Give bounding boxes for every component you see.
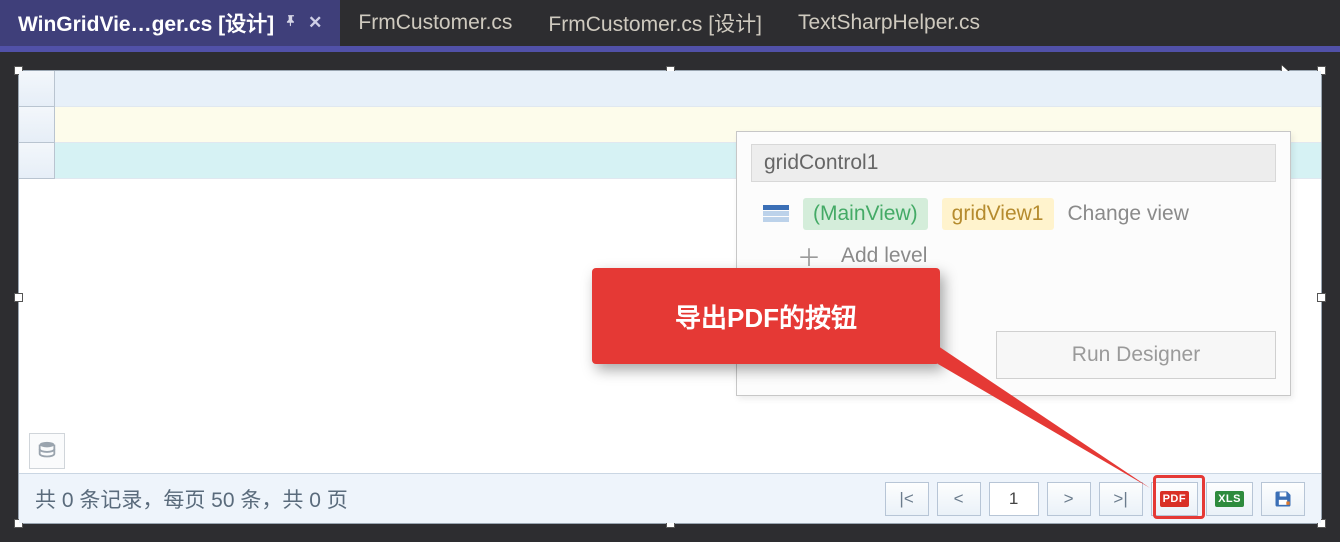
grid-row-header (19, 71, 54, 107)
view-name-tag[interactable]: gridView1 (942, 198, 1054, 230)
annotation-callout: 导出PDF的按钮 (592, 268, 940, 364)
grid-row-header (19, 143, 54, 179)
pdf-icon: PDF (1160, 491, 1190, 507)
tab-label: WinGridVie…ger.cs [设计] (18, 8, 274, 38)
pager-page-input[interactable] (989, 482, 1039, 516)
smart-panel-view-row: (MainView) gridView1 Change view (751, 192, 1276, 232)
tab-label: FrmCustomer.cs [设计] (548, 8, 762, 38)
save-icon (1273, 489, 1293, 509)
run-designer-button[interactable]: Run Designer (996, 331, 1276, 379)
smart-panel-title: gridControl1 (751, 144, 1276, 182)
designer-surface: gridControl1 (MainView) gridView1 Change… (0, 52, 1340, 542)
grid-row-header-column (19, 71, 55, 179)
export-pdf-button[interactable]: PDF (1151, 482, 1199, 516)
tab-label: TextSharpHelper.cs (798, 11, 980, 35)
add-level-link[interactable]: Add level (841, 244, 927, 268)
tab-frmcustomer-cs[interactable]: FrmCustomer.cs (340, 0, 530, 46)
grid-row (55, 71, 1321, 107)
change-view-link[interactable]: Change view (1068, 202, 1189, 226)
grid-icon (763, 205, 789, 223)
callout-text: 导出PDF的按钮 (675, 298, 857, 335)
main-view-tag[interactable]: (MainView) (803, 198, 928, 230)
tab-label: FrmCustomer.cs (358, 11, 512, 35)
document-tabstrip: WinGridVie…ger.cs [设计] ✕ FrmCustomer.cs … (0, 0, 1340, 46)
grid-row-header (19, 107, 54, 143)
pin-icon[interactable] (284, 13, 298, 33)
tab-frmcustomer-designer[interactable]: FrmCustomer.cs [设计] (530, 0, 780, 46)
xls-icon: XLS (1215, 491, 1244, 507)
pager-buttons: |< < > >| PDF XLS (885, 482, 1305, 516)
pager-bar: 共 0 条记录，每页 50 条，共 0 页 |< < > >| PDF XLS (19, 473, 1321, 523)
selection-handle[interactable] (14, 293, 23, 302)
tab-wingridviewer-designer[interactable]: WinGridVie…ger.cs [设计] ✕ (0, 0, 340, 46)
pager-prev-button[interactable]: < (937, 482, 981, 516)
save-button[interactable] (1261, 482, 1305, 516)
pager-first-button[interactable]: |< (885, 482, 929, 516)
pager-info-label: 共 0 条记录，每页 50 条，共 0 页 (35, 484, 885, 514)
pager-next-button[interactable]: > (1047, 482, 1091, 516)
tab-textsharphelper-cs[interactable]: TextSharpHelper.cs (780, 0, 998, 46)
datasource-icon[interactable] (29, 433, 65, 469)
selection-handle[interactable] (1317, 293, 1326, 302)
pager-last-button[interactable]: >| (1099, 482, 1143, 516)
export-xls-button[interactable]: XLS (1206, 482, 1253, 516)
close-icon[interactable]: ✕ (308, 13, 322, 33)
